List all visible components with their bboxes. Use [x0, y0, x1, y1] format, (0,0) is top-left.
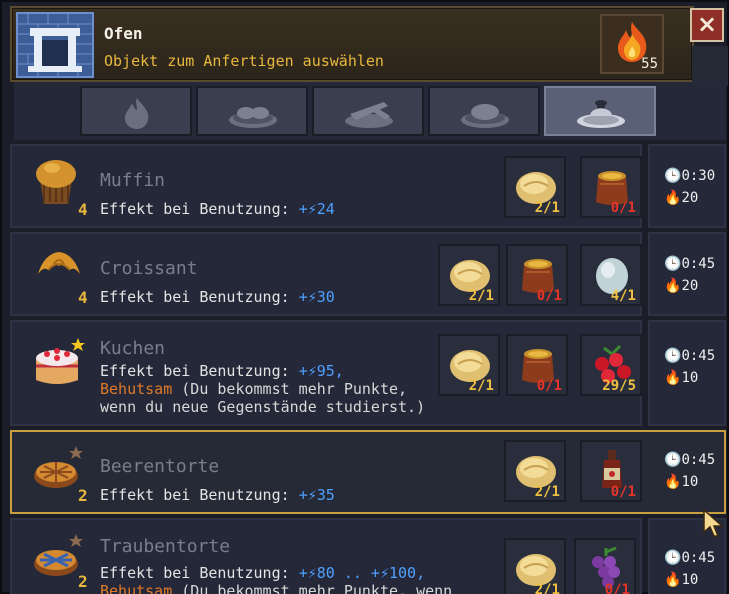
ingredient-count: 0/1	[536, 288, 562, 304]
croissant-icon	[38, 252, 80, 274]
craft-time-box: 🕒0:30 🔥20	[648, 144, 726, 228]
category-tabs	[14, 82, 726, 140]
ingredient-count: 2/1	[534, 200, 560, 216]
cake-icon	[36, 338, 85, 384]
ingredient-dough[interactable]: 2/1	[438, 334, 500, 396]
ingredient-dough[interactable]: 2/1	[438, 244, 500, 306]
meat-plate-icon	[461, 104, 509, 128]
oven-icon	[16, 12, 94, 78]
fish-plate-icon	[345, 102, 393, 128]
craft-time-box: 🕒0:45 🔥20	[648, 232, 726, 316]
recipe-count: 2	[78, 572, 88, 591]
craft-fuel: 🔥10	[664, 572, 699, 588]
craft-time: 🕒0:45	[664, 550, 716, 566]
ingredient-count: 0/1	[536, 378, 562, 394]
ingredient-dough[interactable]: 2/1	[504, 156, 566, 218]
flame-icon: 🔥	[664, 572, 682, 588]
recipe-effect: Effekt bei Benutzung: +⚡80 .. +⚡100, Beh…	[100, 564, 480, 594]
mouse-cursor-icon	[703, 508, 724, 537]
ingredient-count: 2/1	[534, 484, 560, 500]
ingredient-oil[interactable]: 0/1	[506, 244, 568, 306]
tab-fish[interactable]	[312, 86, 424, 136]
recipe-name: Beerentorte	[100, 456, 220, 477]
fuel-count: 55	[641, 56, 658, 72]
muffin-icon	[36, 160, 76, 204]
recipe-row-kuchen[interactable]: Kuchen Effekt bei Benutzung: +⚡95, Behut…	[10, 320, 642, 426]
header: Ofen Objekt zum Anfertigen auswählen 55	[10, 6, 694, 82]
recipe-row-traubentorte[interactable]: 2 Traubentorte Effekt bei Benutzung: +⚡8…	[10, 518, 642, 594]
recipe-row-beerentorte[interactable]: 2 Beerentorte Effekt bei Benutzung: +⚡35…	[10, 430, 726, 514]
recipe-effect: Effekt bei Benutzung: +⚡35	[100, 486, 335, 504]
recipe-count: 2	[78, 486, 88, 505]
crafting-window: Ofen Objekt zum Anfertigen auswählen 55 …	[0, 0, 729, 594]
ingredient-count: 4/1	[610, 288, 636, 304]
recipe-row-muffin[interactable]: 4 Muffin Effekt bei Benutzung: +⚡24 2/1	[10, 144, 642, 228]
flame-icon: 🔥	[664, 370, 682, 386]
ingredient-count: 2/1	[468, 378, 494, 394]
recipe-name: Traubentorte	[100, 536, 231, 557]
recipe-count: 4	[78, 200, 88, 219]
recipe-name: Croissant	[100, 258, 198, 279]
craft-fuel: 🔥20	[664, 190, 699, 206]
flame-icon	[125, 98, 149, 129]
craft-time: 🕒0:45	[664, 348, 716, 364]
covered-dish-icon	[577, 100, 625, 128]
craft-time: 🕒0:45	[664, 452, 716, 468]
effect-tag: Behutsam	[100, 582, 173, 594]
grape-pie-icon	[34, 534, 83, 576]
window-subtitle: Objekt zum Anfertigen auswählen	[104, 52, 384, 70]
craft-time: 🕒0:45	[664, 256, 716, 272]
ingredient-oil[interactable]: 0/1	[580, 156, 642, 218]
ingredient-count: 0/1	[610, 200, 636, 216]
fuel-indicator[interactable]: 55	[600, 14, 664, 74]
ingredient-grapes[interactable]: 0/1	[574, 538, 636, 594]
craft-fuel: 🔥10	[664, 370, 699, 386]
berry-pie-icon	[34, 446, 83, 488]
bread-plate-icon	[229, 107, 277, 128]
recipe-effect: Effekt bei Benutzung: +⚡24	[100, 200, 335, 218]
window-ornament	[692, 46, 728, 86]
ingredient-berries[interactable]: 29/5	[580, 334, 642, 396]
ingredient-oil[interactable]: 0/1	[506, 334, 568, 396]
tab-covered-dish[interactable]	[544, 86, 656, 136]
close-button[interactable]: ×	[690, 8, 724, 42]
recipe-name: Muffin	[100, 170, 166, 191]
flame-icon: 🔥	[664, 190, 682, 206]
craft-time-box: 🕒0:45 🔥10	[648, 320, 726, 426]
flame-icon: 🔥	[664, 278, 682, 294]
ingredient-egg[interactable]: 4/1	[580, 244, 642, 306]
recipe-effect: Effekt bei Benutzung: +⚡30	[100, 288, 335, 306]
ingredient-count: 29/5	[602, 378, 636, 394]
tab-bread[interactable]	[196, 86, 308, 136]
ingredient-count: 2/1	[534, 582, 560, 594]
ingredient-dough[interactable]: 2/1	[504, 538, 566, 594]
craft-time: 🕒0:30	[664, 168, 716, 184]
tab-meat[interactable]	[428, 86, 540, 136]
effect-tag: Behutsam	[100, 380, 173, 398]
recipe-list: 4 Muffin Effekt bei Benutzung: +⚡24 2/1	[10, 144, 726, 594]
ingredient-wine[interactable]: 0/1	[580, 440, 642, 502]
recipe-count: 4	[78, 288, 88, 307]
recipe-name: Kuchen	[100, 338, 166, 359]
ingredient-count: 0/1	[610, 484, 636, 500]
craft-fuel: 🔥10	[664, 474, 699, 490]
recipe-row-croissant[interactable]: 4 Croissant Effekt bei Benutzung: +⚡30 2…	[10, 232, 642, 316]
craft-fuel: 🔥20	[664, 278, 699, 294]
window-title: Ofen	[104, 24, 143, 43]
flame-icon: 🔥	[664, 474, 682, 490]
ingredient-dough[interactable]: 2/1	[504, 440, 566, 502]
recipe-effect: Effekt bei Benutzung: +⚡95, Behutsam (Du…	[100, 362, 426, 416]
tab-fire[interactable]	[80, 86, 192, 136]
ingredient-count: 2/1	[468, 288, 494, 304]
ingredient-count: 0/1	[604, 582, 630, 594]
